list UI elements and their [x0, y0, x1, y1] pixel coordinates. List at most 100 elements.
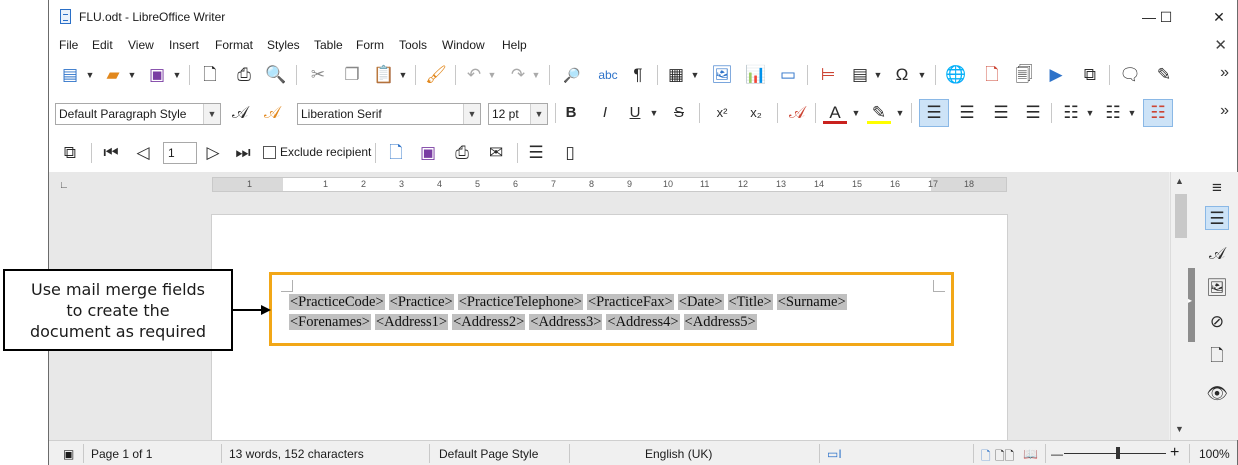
sidebar-collapse-handle[interactable]	[1188, 268, 1195, 342]
zoom-slider[interactable]	[1064, 453, 1166, 454]
insert-page-break-icon[interactable]: ⊨	[817, 64, 839, 86]
styles-icon[interactable]: 𝒜	[1205, 242, 1229, 266]
properties-icon[interactable]: ☰	[1205, 206, 1229, 230]
insert-image-icon[interactable]: 🖼	[711, 64, 733, 86]
field-practice-telephone[interactable]: <PracticeTelephone>	[457, 294, 583, 310]
sidebar-menu-icon[interactable]: ≡	[1205, 176, 1229, 200]
field-practice-fax[interactable]: <PracticeFax>	[586, 294, 674, 310]
more-options-icon[interactable]: »	[1220, 64, 1229, 82]
special-character-dropdown-icon[interactable]: ▼	[917, 64, 927, 86]
ordered-list-dropdown-icon[interactable]: ▼	[1127, 102, 1137, 124]
menu-file[interactable]: File	[59, 38, 78, 52]
document-modified-icon[interactable]: ▣	[63, 447, 74, 461]
insert-footnote-icon[interactable]: 🗋	[981, 64, 1003, 86]
bold-icon[interactable]: B	[561, 102, 581, 124]
close-button[interactable]: ✕	[1204, 6, 1234, 28]
last-record-icon[interactable]: ⏭	[233, 142, 253, 164]
save-dropdown-icon[interactable]: ▼	[172, 64, 182, 86]
page-number-status[interactable]: Page 1 of 1	[91, 447, 152, 461]
menu-help[interactable]: Help	[502, 38, 527, 52]
page-icon[interactable]: 🗋	[1205, 344, 1229, 368]
book-view-icon[interactable]: 📖	[1023, 447, 1038, 461]
menu-table[interactable]: Table	[314, 38, 343, 52]
unordered-list-dropdown-icon[interactable]: ▼	[1085, 102, 1095, 124]
track-changes-icon[interactable]: ✎	[1153, 64, 1175, 86]
insert-textbox-icon[interactable]: ▭	[777, 64, 799, 86]
highlight-color-icon[interactable]: ✎	[867, 102, 891, 124]
open-dropdown-icon[interactable]: ▼	[127, 64, 137, 86]
field-surname[interactable]: <Surname>	[776, 294, 847, 310]
exclude-recipient-checkbox[interactable]	[263, 146, 276, 159]
menu-insert[interactable]: Insert	[169, 38, 199, 52]
maximize-button[interactable]: ☐	[1151, 6, 1181, 28]
undo-dropdown-icon[interactable]: ▼	[487, 64, 497, 86]
insert-mode-icon[interactable]: ▭I	[827, 447, 842, 461]
next-record-icon[interactable]: ▷	[203, 142, 223, 164]
field-address2[interactable]: <Address2>	[452, 314, 526, 330]
zoom-in-icon[interactable]: +	[1170, 444, 1179, 462]
insert-field-icon[interactable]: ▤	[849, 64, 871, 86]
mail-merge-fields[interactable]: <PracticeCode> <Practice> <PracticeTelepho…	[289, 292, 929, 332]
insert-bookmark-icon[interactable]: ▶	[1045, 64, 1067, 86]
field-practice-code[interactable]: <PracticeCode>	[289, 294, 385, 310]
font-color-icon[interactable]: A	[823, 102, 847, 124]
record-number-input[interactable]: 1	[163, 142, 197, 164]
menu-styles[interactable]: Styles	[267, 38, 300, 52]
field-date[interactable]: <Date>	[677, 294, 724, 310]
unordered-list-icon[interactable]: ☷	[1059, 102, 1083, 124]
first-record-icon[interactable]: ⏮	[101, 142, 121, 164]
insert-endnote-icon[interactable]: 🗐	[1013, 64, 1035, 86]
no-list-icon[interactable]: ☷	[1143, 99, 1173, 127]
font-color-dropdown-icon[interactable]: ▼	[851, 102, 861, 124]
paste-icon[interactable]: 📋	[373, 64, 395, 86]
chevron-down-icon[interactable]: ▼	[203, 104, 220, 124]
clone-formatting-icon[interactable]: 🖌	[425, 64, 447, 86]
undo-icon[interactable]: ↶	[463, 64, 485, 86]
formatting-marks-icon[interactable]: ¶	[627, 64, 649, 86]
font-size-combo[interactable]: 12 pt ▼	[488, 103, 548, 125]
superscript-icon[interactable]: x²	[709, 102, 735, 124]
update-style-icon[interactable]: 𝒜	[227, 102, 253, 124]
field-dropdown-icon[interactable]: ▼	[873, 64, 883, 86]
export-pdf-icon[interactable]: 🗋	[199, 64, 221, 86]
subscript-icon[interactable]: x₂	[743, 102, 769, 124]
redo-icon[interactable]: ↷	[507, 64, 529, 86]
horizontal-ruler[interactable]: 1 1 2 3 4 5 6 7 8 9 10 11 12 13 14 15 16…	[212, 177, 1007, 192]
language-status[interactable]: English (UK)	[645, 447, 712, 461]
print-merged-documents-icon[interactable]: ⎙	[451, 142, 473, 164]
send-email-messages-icon[interactable]: ✉	[485, 142, 507, 164]
menu-format[interactable]: Format	[215, 38, 253, 52]
strikethrough-icon[interactable]: S	[669, 102, 689, 124]
close-document-icon[interactable]: ✕	[1214, 36, 1227, 54]
menu-form[interactable]: Form	[356, 38, 384, 52]
address-block-icon[interactable]: ▯	[559, 142, 581, 164]
font-name-combo[interactable]: Liberation Serif ▼	[297, 103, 481, 125]
insert-table-icon[interactable]: ▦	[665, 64, 687, 86]
insert-cross-reference-icon[interactable]: ⧉	[1079, 64, 1101, 86]
chevron-down-icon[interactable]: ▼	[530, 104, 547, 124]
paste-dropdown-icon[interactable]: ▼	[398, 64, 408, 86]
cut-icon[interactable]: ✂	[307, 64, 329, 86]
insert-special-character-icon[interactable]: Ω	[891, 64, 913, 86]
save-merged-documents-icon[interactable]: ▣	[417, 142, 439, 164]
insert-hyperlink-icon[interactable]: 🌐	[945, 64, 967, 86]
scrollbar-thumb[interactable]	[1175, 194, 1187, 238]
word-count-status[interactable]: 13 words, 152 characters	[229, 447, 364, 461]
scroll-up-icon[interactable]: ▲	[1175, 176, 1184, 186]
previous-record-icon[interactable]: ◁	[133, 142, 153, 164]
insert-chart-icon[interactable]: 📊	[745, 64, 767, 86]
single-page-view-icon[interactable]: 🗋	[981, 447, 991, 465]
print-preview-icon[interactable]: 🔍	[265, 64, 287, 86]
underline-icon[interactable]: U	[625, 102, 645, 124]
menu-edit[interactable]: Edit	[92, 38, 113, 52]
menu-view[interactable]: View	[128, 38, 154, 52]
menu-tools[interactable]: Tools	[399, 38, 427, 52]
edit-individual-documents-icon[interactable]: 🗋	[385, 142, 407, 164]
new-document-icon[interactable]: ▤	[59, 64, 81, 86]
print-icon[interactable]: ⎙	[233, 64, 255, 86]
menu-window[interactable]: Window	[442, 38, 485, 52]
tab-stop-selector-icon[interactable]: ∟	[59, 180, 69, 191]
scroll-down-icon[interactable]: ▼	[1175, 424, 1184, 434]
save-icon[interactable]: ▣	[146, 64, 168, 86]
field-address5[interactable]: <Address5>	[683, 314, 757, 330]
